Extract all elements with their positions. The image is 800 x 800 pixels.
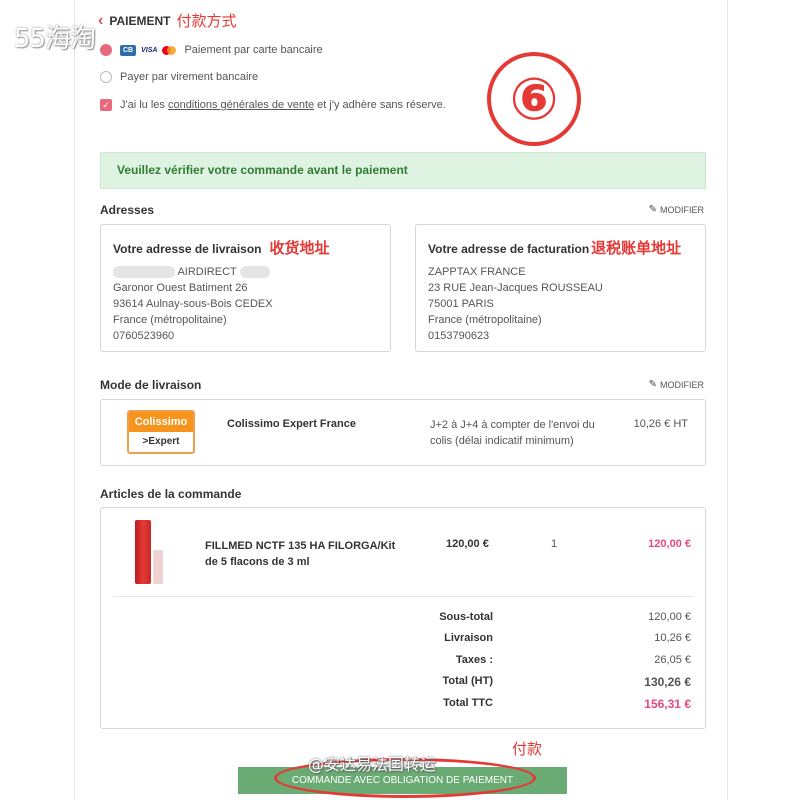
- delivery-annotation: 收货地址: [269, 239, 330, 257]
- delivery-address-lines: AIRDIRECT Garonor Ouest Batiment 26 9361…: [113, 264, 378, 344]
- product-quantity: 1: [551, 538, 558, 550]
- subtotal-label: Sous-total: [439, 611, 493, 623]
- total-ttc-label: Total TTC: [443, 697, 493, 709]
- total-ht-label: Total (HT): [442, 675, 493, 687]
- pencil-icon: ✎: [648, 204, 657, 215]
- cgv-link[interactable]: conditions générales de vente: [168, 99, 314, 111]
- shipping-name: Colissimo Expert France: [227, 418, 356, 430]
- address-line: France (métropolitaine): [428, 314, 542, 326]
- shipping-cost-label: Livraison: [444, 632, 493, 644]
- shipping-cost-value: 10,26 €: [654, 632, 691, 644]
- shipping-price: 10,26 € HT: [633, 418, 688, 430]
- taxes-value: 26,05 €: [654, 654, 691, 666]
- delivery-company-line: AIRDIRECT: [113, 264, 378, 280]
- delivery-address-heading: Votre adresse de livraison 收货地址: [113, 237, 378, 258]
- cb-icon: CB: [120, 44, 137, 56]
- product-image: [123, 520, 167, 586]
- payment-option-transfer[interactable]: Payer par virement bancaire: [100, 71, 258, 83]
- payment-option-label: Payer par virement bancaire: [120, 71, 259, 83]
- colissimo-logo: Colissimo >Expert: [127, 410, 195, 454]
- address-line: Garonor Ouest Batiment 26: [113, 282, 248, 294]
- step-marker: ⑥: [487, 52, 581, 146]
- cgv-text-before: J'ai lu les: [120, 99, 168, 111]
- redacted-blur: [113, 266, 175, 279]
- shipping-modify-link[interactable]: ✎ MODIFIER: [649, 379, 704, 390]
- address-line: 23 RUE Jean-Jacques ROUSSEAU: [428, 282, 603, 294]
- shipping-title: Mode de livraison: [100, 378, 202, 392]
- checkbox-cgv[interactable]: ✓: [100, 99, 112, 111]
- address-line: ZAPPTAX FRANCE: [428, 266, 526, 278]
- modify-label: MODIFIER: [660, 204, 704, 215]
- pay-annotation: 付款: [512, 740, 543, 758]
- card-logos: CB VISA: [120, 44, 177, 56]
- address-line: 75001 PARIS: [428, 298, 494, 310]
- redacted-blur: [239, 266, 270, 279]
- total-ttc-value: 156,31 €: [644, 697, 691, 711]
- payment-option-card[interactable]: CB VISA Paiement par carte bancaire: [100, 44, 323, 56]
- product-vial: [153, 550, 163, 584]
- shipping-delay-line: J+2 à J+4 à compter de l'envoi du: [430, 419, 595, 431]
- total-ht-value: 130,26 €: [644, 675, 691, 689]
- colissimo-logo-bottom: >Expert: [142, 436, 180, 447]
- cgv-text-after: et j'y adhère sans réserve.: [314, 99, 446, 111]
- product-box: [135, 520, 151, 584]
- billing-address-title: Votre adresse de facturation: [428, 242, 590, 256]
- product-name-line: FILLMED NCTF 135 HA FILORGA/Kit: [205, 540, 396, 552]
- payment-annotation: 付款方式: [176, 12, 237, 30]
- radio-transfer[interactable]: [100, 71, 112, 83]
- product-total: 120,00 €: [648, 538, 691, 550]
- checkout-page: 55海淘 ‹ PAIEMENT 付款方式 CB VISA Paiement pa…: [0, 0, 800, 800]
- mastercard-icon: [162, 45, 177, 55]
- address-line: 0153790623: [428, 330, 490, 342]
- articles-card: FILLMED NCTF 135 HA FILORGA/Kit de 5 fla…: [100, 507, 706, 729]
- product-name-line: de 5 flacons de 3 ml: [205, 556, 310, 568]
- site-watermark: 55海淘: [14, 24, 96, 54]
- billing-annotation: 退税账单地址: [591, 239, 682, 257]
- cgv-checkbox-row[interactable]: ✓ J'ai lu les conditions générales de ve…: [100, 99, 446, 111]
- shipping-delay: J+2 à J+4 à compter de l'envoi du colis …: [430, 417, 595, 449]
- shipping-delay-line: colis (délai indicatif minimum): [430, 435, 574, 447]
- delivery-address-title: Votre adresse de livraison: [113, 242, 262, 256]
- divider: [113, 596, 693, 597]
- payment-header: ‹ PAIEMENT 付款方式: [98, 10, 236, 31]
- billing-address-heading: Votre adresse de facturation 退税账单地址: [428, 237, 693, 258]
- payment-option-label: Paiement par carte bancaire: [184, 44, 323, 56]
- taxes-label: Taxes :: [455, 654, 493, 666]
- address-line: France (métropolitaine): [113, 314, 227, 326]
- verify-banner: Veuillez vérifier votre commande avant l…: [100, 152, 706, 189]
- radio-card[interactable]: [100, 44, 112, 56]
- delivery-company: AIRDIRECT: [177, 266, 237, 278]
- addresses-title: Adresses: [100, 203, 155, 217]
- subtotal-value: 120,00 €: [648, 611, 691, 623]
- billing-address-lines: ZAPPTAX FRANCE 23 RUE Jean-Jacques ROUSS…: [428, 264, 693, 344]
- visa-icon: VISA: [141, 46, 158, 54]
- shipping-method-card: Colissimo >Expert Colissimo Expert Franc…: [100, 399, 706, 466]
- chevron-left-icon[interactable]: ‹: [98, 12, 103, 30]
- address-line: 93614 Aulnay-sous-Bois CEDEX: [113, 298, 273, 310]
- addresses-modify-link[interactable]: ✎ MODIFIER: [649, 204, 704, 215]
- product-unit-price: 120,00 €: [446, 538, 489, 550]
- articles-title: Articles de la commande: [100, 487, 242, 501]
- delivery-address-card: Votre adresse de livraison 收货地址 AIRDIREC…: [100, 224, 391, 352]
- cgv-text: J'ai lu les conditions générales de vent…: [120, 99, 446, 111]
- payment-title: PAIEMENT: [109, 13, 171, 28]
- colissimo-logo-top: Colissimo: [129, 412, 193, 432]
- product-name: FILLMED NCTF 135 HA FILORGA/Kit de 5 fla…: [205, 538, 395, 570]
- weibo-watermark: @安达易法国转运: [308, 755, 437, 774]
- pencil-icon: ✎: [648, 379, 657, 390]
- billing-address-card: Votre adresse de facturation 退税账单地址 ZAPP…: [415, 224, 706, 352]
- modify-label: MODIFIER: [660, 379, 704, 390]
- address-line: 0760523960: [113, 330, 175, 342]
